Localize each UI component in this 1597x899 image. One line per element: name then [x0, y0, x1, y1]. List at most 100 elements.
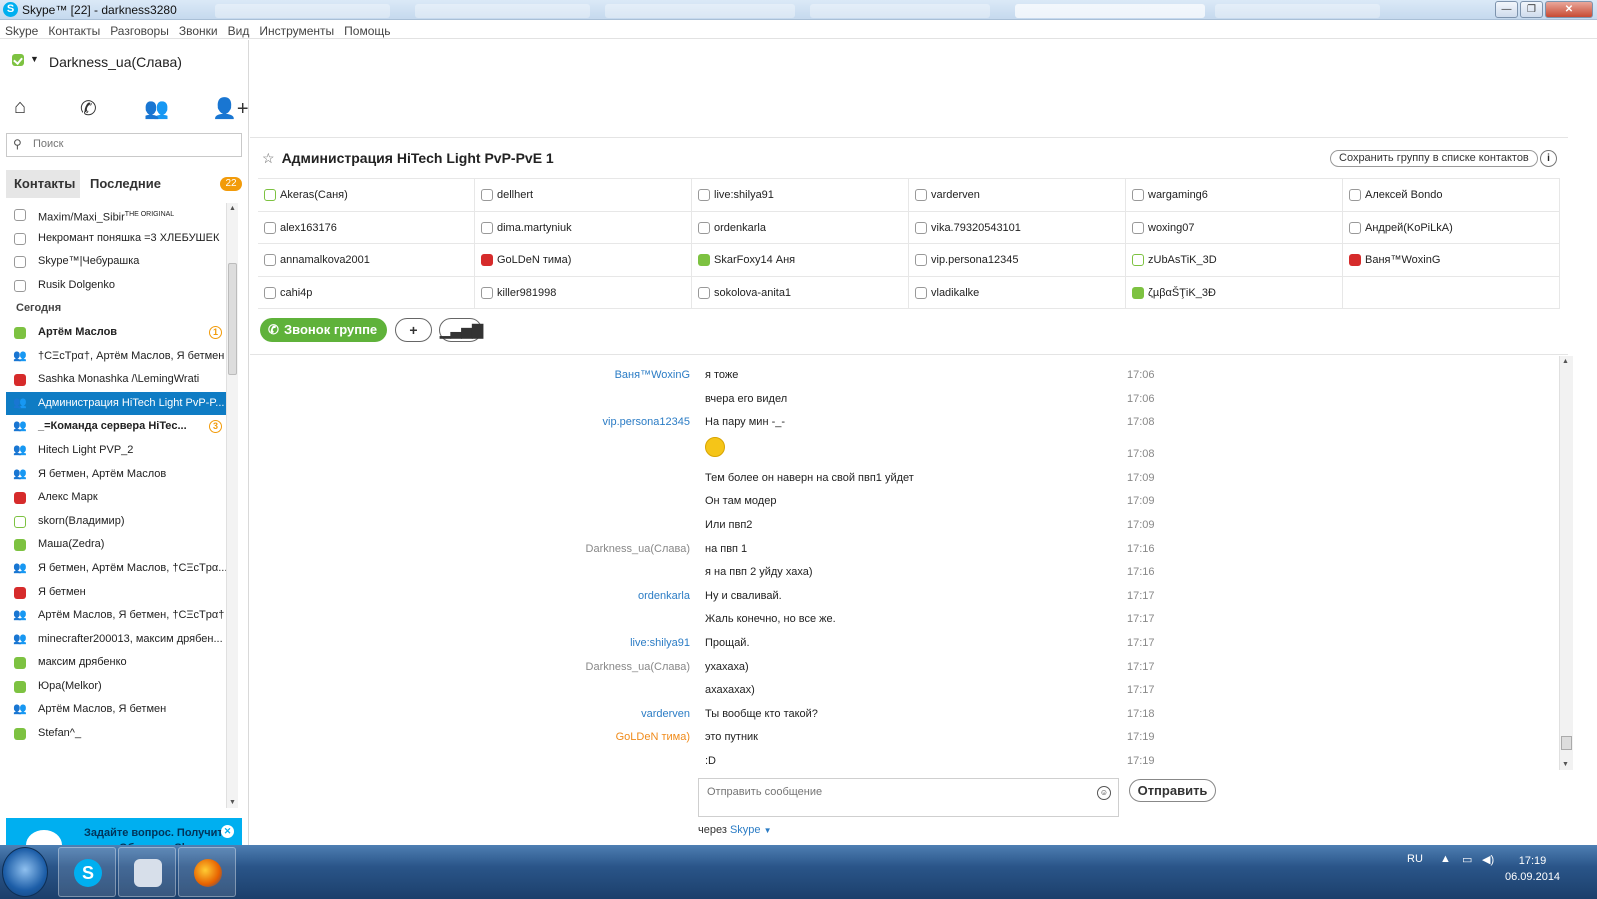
recent-item[interactable]: Maxim/Maxi_SibirTHE ORIGINAL [6, 203, 226, 227]
recent-item[interactable]: 👥 minecrafter200013, максим дрябен... [6, 628, 226, 652]
recent-item[interactable]: 👥 Артём Маслов, Я бетмен [6, 698, 226, 722]
recent-item-name: Юра(Melkor) [38, 679, 102, 692]
recent-item[interactable]: 👥 Я бетмен, Артём Маслов, †CΞcTpα... [6, 557, 226, 581]
message-composer[interactable]: ☺ [698, 778, 1119, 817]
participant[interactable]: live:shilya91 [692, 179, 909, 211]
recent-item[interactable]: 👥 Артём Маслов, Я бетмен, †CΞcTpα† [6, 604, 226, 628]
tray-expand-icon[interactable]: ▲ [1440, 853, 1451, 865]
info-icon[interactable]: i [1540, 150, 1557, 167]
recent-item[interactable]: Я бетмен [6, 581, 226, 605]
participant[interactable]: vip.persona12345 [909, 244, 1126, 276]
participant[interactable]: GoLDeN тима) [475, 244, 692, 276]
tab-contacts[interactable]: Контакты [6, 170, 80, 198]
taskbar-firefox[interactable] [178, 847, 236, 897]
maximize-button[interactable]: ❐ [1520, 1, 1543, 18]
participant[interactable]: Ваня™WoxinG [1343, 244, 1560, 276]
recent-item[interactable]: skorn(Владимир) [6, 510, 226, 534]
recent-item[interactable]: Артём Маслов 1 [6, 321, 226, 345]
recent-item[interactable]: 👥 Hitech Light PVP_2 [6, 439, 226, 463]
home-icon[interactable]: ⌂ [14, 96, 26, 119]
participant[interactable]: annamalkova2001 [258, 244, 475, 276]
message-sender[interactable]: live:shilya91 [630, 637, 690, 649]
menu-skype[interactable]: Skype [0, 21, 43, 38]
taskbar-skype[interactable]: S [58, 847, 116, 897]
menu-tools[interactable]: Инструменты [254, 21, 339, 38]
recent-item[interactable]: Некромант поняшка =3 ХЛЕБУШЕК [6, 227, 226, 251]
message-sender[interactable]: varderven [641, 708, 690, 720]
recent-item[interactable]: Алекс Марк [6, 486, 226, 510]
save-group-button[interactable]: Сохранить группу в списке контактов [1330, 150, 1538, 167]
participant[interactable]: ζµβαŠŢiK_3Đ [1126, 276, 1343, 309]
clock[interactable]: 17:19 06.09.2014 [1505, 853, 1560, 885]
recent-item[interactable]: максим дрябенко [6, 651, 226, 675]
recent-item[interactable]: 👥 †CΞcTpα†, Артём Маслов, Я бетмен [6, 345, 226, 369]
participant[interactable]: SkarFoxy14 Аня [692, 244, 909, 276]
start-button[interactable] [2, 847, 48, 897]
recent-item[interactable]: Stefan^_ [6, 722, 226, 746]
star-icon[interactable]: ☆ [262, 150, 275, 166]
participant-name: live:shilya91 [714, 189, 774, 201]
recent-item[interactable]: Юра(Melkor) [6, 675, 226, 699]
participant-name: SkarFoxy14 Аня [714, 254, 796, 266]
send-button[interactable]: Отправить [1129, 779, 1216, 802]
participant[interactable]: woxing07 [1126, 211, 1343, 244]
phone-icon[interactable]: ✆ [80, 96, 97, 121]
recent-item[interactable]: 👥 _=Команда сервера HiTec... 3 [6, 415, 226, 439]
network-icon[interactable]: ▭ [1462, 853, 1472, 866]
participant[interactable]: Akeras(Саня) [258, 179, 475, 211]
close-icon[interactable]: ✕ [221, 825, 234, 838]
tab-recent[interactable]: Последние [82, 170, 202, 198]
message-sender[interactable]: GoLDeN тима) [616, 731, 690, 743]
message-sender[interactable]: vip.persona12345 [603, 416, 690, 428]
participant[interactable]: Алексей Bondo [1343, 179, 1560, 211]
participant[interactable]: killer981998 [475, 276, 692, 309]
participant[interactable]: ordenkarla [692, 211, 909, 244]
participant[interactable]: cahi4p [258, 276, 475, 309]
participant[interactable]: wargaming6 [1126, 179, 1343, 211]
recent-item[interactable]: Маша(Zedra) [6, 533, 226, 557]
participant[interactable]: alex163176 [258, 211, 475, 244]
recent-item[interactable]: Rusik Dolgenko [6, 274, 226, 298]
participant[interactable]: vladikalke [909, 276, 1126, 309]
menu-contacts[interactable]: Контакты [43, 21, 105, 38]
participant[interactable]: Андрей(KoPiLkA) [1343, 211, 1560, 244]
menu-help[interactable]: Помощь [339, 21, 395, 38]
volume-icon[interactable]: ◀) [1482, 853, 1494, 866]
sidebar-scrollbar[interactable]: ▲ ▼ [226, 203, 238, 808]
message-sender[interactable]: Darkness_ua(Слава) [586, 543, 690, 555]
user-status-selector[interactable]: ▼ Darkness_ua(Слава) [12, 54, 182, 72]
recent-item[interactable]: Skype™|Чебурашка [6, 250, 226, 274]
chat-scrollbar[interactable]: ▲ ▼ [1559, 356, 1573, 770]
group-icon[interactable]: 👥 [144, 96, 169, 121]
message-sender[interactable]: Darkness_ua(Слава) [586, 661, 690, 673]
menu-view[interactable]: Вид [223, 21, 255, 38]
participant[interactable]: zUbAsTiK_3D [1126, 244, 1343, 276]
close-button[interactable]: ✕ [1545, 1, 1593, 18]
participant[interactable]: dellhert [475, 179, 692, 211]
call-quality-icon[interactable]: ▁▃▅▇ [439, 318, 483, 342]
language-indicator[interactable]: RU [1407, 853, 1423, 865]
message-input[interactable] [707, 786, 1087, 798]
message-sender[interactable]: Ваня™WoxinG [615, 369, 690, 381]
participant[interactable]: vika.79320543101 [909, 211, 1126, 244]
search-box[interactable]: ⚲ [6, 133, 242, 157]
call-group-button[interactable]: ✆ Звонок группе [260, 318, 387, 342]
participant[interactable]: varderven [909, 179, 1126, 211]
search-input[interactable] [33, 138, 233, 150]
menu-calls[interactable]: Звонки [174, 21, 223, 38]
ad-space [250, 40, 1568, 138]
via-service[interactable]: через Skype ▼ [698, 824, 772, 836]
minimize-button[interactable]: — [1495, 1, 1518, 18]
menu-conversations[interactable]: Разговоры [105, 21, 174, 38]
participant[interactable]: sokolova-anita1 [692, 276, 909, 309]
scrollbar-thumb[interactable] [228, 263, 237, 375]
message-sender[interactable]: ordenkarla [638, 590, 690, 602]
participant[interactable]: dima.martyniuk [475, 211, 692, 244]
taskbar-security-app[interactable] [118, 847, 176, 897]
recent-item[interactable]: Sashka Monashka /\LemingWrati [6, 368, 226, 392]
emoticon-icon[interactable]: ☺ [1097, 786, 1111, 800]
recent-item[interactable]: 👥 Администрация HiTech Light PvP-P... [6, 391, 226, 416]
add-contact-icon[interactable]: 👤+ [212, 96, 249, 121]
add-participant-button[interactable]: + [395, 318, 432, 342]
recent-item[interactable]: 👥 Я бетмен, Артём Маслов [6, 463, 226, 487]
